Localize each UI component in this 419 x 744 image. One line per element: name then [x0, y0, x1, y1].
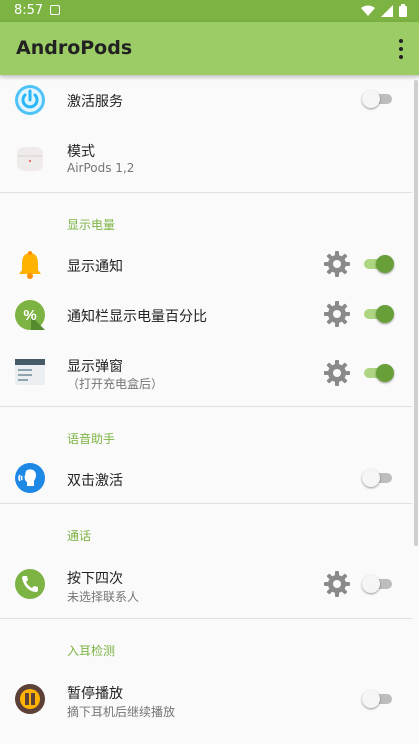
scrollbar[interactable] — [414, 80, 418, 546]
gear-icon[interactable] — [323, 300, 351, 328]
show-notification-label: 显示通知 — [67, 259, 123, 275]
status-icons — [361, 4, 407, 17]
press-four-row[interactable]: 按下四次 未选择联系人 — [0, 551, 419, 618]
double-tap-row[interactable]: 双击激活 — [0, 454, 419, 504]
section-battery: 显示电量 — [67, 218, 116, 232]
activate-service-switch[interactable] — [362, 89, 394, 109]
show-popup-label: 显示弹窗 — [67, 359, 123, 375]
press-four-label: 按下四次 — [67, 571, 123, 587]
status-bar-percent-label: 通知栏显示电量百分比 — [67, 309, 207, 325]
overflow-menu-icon[interactable] — [397, 39, 405, 59]
status-bar-percent-row[interactable]: % 通知栏显示电量百分比 — [0, 290, 419, 340]
mode-value: AirPods 1,2 — [67, 161, 135, 175]
status-time: 8:57 — [14, 3, 44, 18]
svg-text:%: % — [23, 307, 36, 324]
power-icon — [15, 85, 45, 115]
divider — [0, 618, 412, 619]
popup-window-icon — [15, 359, 45, 385]
double-tap-label: 双击激活 — [67, 473, 123, 489]
wifi-icon — [361, 5, 375, 16]
percent-icon: % — [15, 300, 45, 330]
section-ear-detection: 入耳检测 — [67, 644, 116, 658]
settings-list: 激活服务 模式 AirPods 1,2 显示电量 显示通知 % 通知栏显示电量百… — [0, 75, 419, 744]
pause-play-label: 暂停播放 — [67, 686, 123, 702]
section-assistant: 语音助手 — [67, 432, 116, 446]
activate-service-label: 激活服务 — [67, 94, 123, 110]
show-popup-switch[interactable] — [362, 363, 394, 383]
airpods-case-icon — [17, 147, 43, 171]
double-tap-switch[interactable] — [362, 468, 394, 488]
divider — [0, 192, 412, 193]
divider — [0, 503, 412, 504]
pause-icon — [15, 684, 45, 714]
status-bar-percent-switch[interactable] — [362, 304, 394, 324]
app-bar: AndroPods — [0, 22, 419, 75]
app-title: AndroPods — [16, 37, 133, 59]
press-four-switch[interactable] — [362, 574, 394, 594]
gear-icon[interactable] — [323, 250, 351, 278]
notification-icon — [50, 5, 60, 15]
signal-icon — [381, 4, 393, 17]
gear-icon[interactable] — [323, 359, 351, 387]
bell-icon — [19, 251, 41, 279]
phone-icon — [15, 569, 45, 599]
status-bar: 8:57 — [0, 0, 419, 22]
divider — [0, 406, 412, 407]
show-notification-row[interactable]: 显示通知 — [0, 240, 419, 290]
activate-service-row[interactable]: 激活服务 — [0, 75, 419, 125]
voice-assistant-icon — [15, 463, 45, 493]
mode-row[interactable]: 模式 AirPods 1,2 — [0, 125, 419, 192]
show-popup-sub: （打开充电盒后） — [67, 377, 164, 391]
pause-play-row[interactable]: 暂停播放 摘下耳机后继续播放 — [0, 666, 419, 733]
pause-play-switch[interactable] — [362, 689, 394, 709]
show-popup-row[interactable]: 显示弹窗 （打开充电盒后） — [0, 340, 419, 406]
section-call: 通话 — [67, 529, 92, 543]
gear-icon[interactable] — [323, 570, 351, 598]
battery-icon — [399, 4, 407, 17]
show-notification-switch[interactable] — [362, 254, 394, 274]
press-four-sub: 未选择联系人 — [67, 590, 140, 604]
pause-play-sub: 摘下耳机后继续播放 — [67, 705, 176, 719]
mode-label: 模式 — [67, 144, 95, 160]
